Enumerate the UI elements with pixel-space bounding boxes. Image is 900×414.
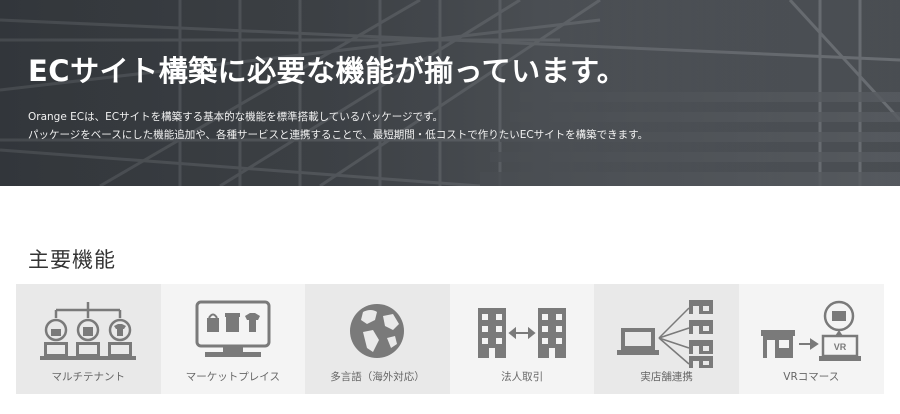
hero-title: ECサイト構築に必要な機能が揃っています。	[28, 54, 627, 88]
globe-icon	[350, 304, 405, 358]
feature-label: 法人取引	[501, 371, 544, 383]
hero-description-line-2: パッケージをベースにした機能追加や、各種サービスと連携することで、最短期間・低コ…	[28, 129, 649, 141]
feature-label: マーケットプレイス	[185, 371, 280, 383]
section-title: 主要機能	[28, 248, 116, 272]
vr-commerce-icon: VR	[761, 300, 862, 361]
feature-marketplace[interactable]: マーケットプレイス	[160, 284, 306, 394]
feature-store-link[interactable]: 実店舗連携	[594, 284, 739, 394]
feature-grid: マルチテナント マーケットプレイス 多言語（海外対応） 法人取引 実店舗連携 V…	[16, 284, 884, 394]
feature-b2b[interactable]: 法人取引	[449, 284, 595, 394]
feature-label: マルチテナント	[51, 371, 126, 383]
feature-vr-commerce[interactable]: VR VRコマース	[738, 284, 884, 394]
hero-description: Orange ECは、ECサイトを構築する基本的な機能を標準搭載しているパッケー…	[28, 108, 748, 144]
svg-text:VR: VR	[834, 342, 847, 352]
b2b-buildings-icon	[478, 308, 567, 358]
hero-description-line-1: Orange ECは、ECサイトを構築する基本的な機能を標準搭載しているパッケー…	[28, 111, 443, 123]
feature-label: VRコマース	[783, 371, 840, 383]
marketplace-icon	[195, 300, 271, 357]
store-link-icon	[616, 300, 713, 368]
hero-banner: ECサイト構築に必要な機能が揃っています。 Orange ECは、ECサイトを構…	[0, 0, 900, 186]
feature-multilingual[interactable]: 多言語（海外対応）	[305, 284, 450, 394]
multi-tenant-icon	[40, 302, 137, 360]
feature-label: 実店舗連携	[640, 371, 693, 383]
feature-multi-tenant[interactable]: マルチテナント	[16, 284, 161, 394]
feature-label: 多言語（海外対応）	[330, 371, 425, 383]
